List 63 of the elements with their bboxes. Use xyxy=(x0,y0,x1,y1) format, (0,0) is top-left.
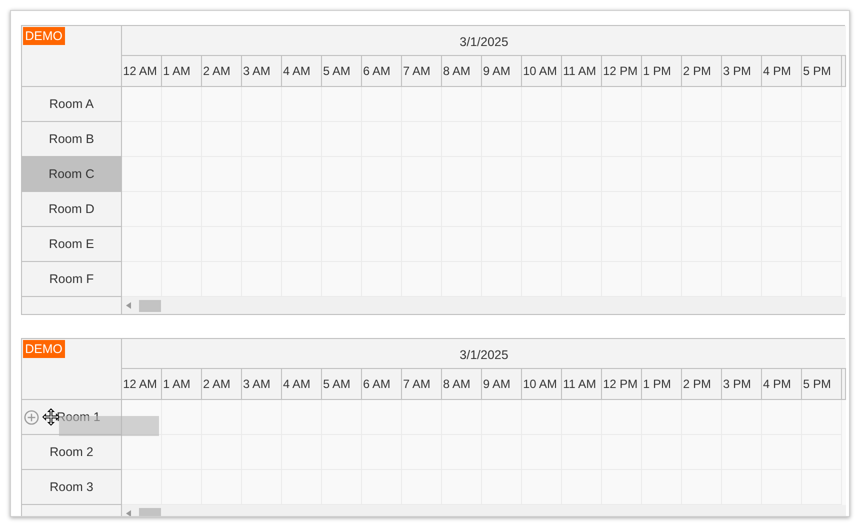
hour-header: 2 AM xyxy=(202,56,242,86)
hour-header: 11 AM xyxy=(562,56,602,86)
hour-header: 5 AM xyxy=(322,56,362,86)
hour-header: 12 AM xyxy=(122,369,162,399)
date-header: 3/1/2025 xyxy=(122,26,846,56)
hour-header: 9 AM xyxy=(482,369,522,399)
hour-header: 1 PM xyxy=(642,56,682,86)
hour-header: 5 PM xyxy=(802,56,842,86)
horizontal-scrollbar[interactable] xyxy=(122,297,846,314)
hour-header: 7 AM xyxy=(402,56,442,86)
resource-row-header[interactable]: Room F xyxy=(22,262,122,297)
resource-row-header[interactable]: Room E xyxy=(22,227,122,262)
hour-header: 1 AM xyxy=(162,369,202,399)
scroll-left-icon[interactable] xyxy=(126,510,131,516)
hour-header: 12 PM xyxy=(602,56,642,86)
demo-badge: DEMO xyxy=(23,27,64,45)
scrollbar-thumb[interactable] xyxy=(139,508,161,516)
resource-name: Room F xyxy=(49,272,94,286)
hour-header: 5 AM xyxy=(322,369,362,399)
hour-header: 4 PM xyxy=(762,369,802,399)
resource-row-header[interactable]: Room C xyxy=(22,157,122,192)
hour-header: 6 AM xyxy=(362,369,402,399)
resource-row-header[interactable]: Room A xyxy=(22,87,122,122)
hour-header: 1 AM xyxy=(162,56,202,86)
hour-header: 5 PM xyxy=(802,369,842,399)
resource-name: Room 3 xyxy=(50,480,94,494)
hour-header: 3 AM xyxy=(242,56,282,86)
demo-badge: DEMO xyxy=(23,340,64,358)
hour-header: 4 AM xyxy=(282,56,322,86)
scrollbar-thumb[interactable] xyxy=(139,300,161,312)
resource-name: Room D xyxy=(48,202,94,216)
hour-header: 3 PM xyxy=(722,56,762,86)
scroll-left-icon[interactable] xyxy=(126,302,131,309)
hour-header: 1 PM xyxy=(642,369,682,399)
resource-name: Room B xyxy=(48,132,94,146)
hour-header: 9 AM xyxy=(482,56,522,86)
hour-header: 3 PM xyxy=(722,369,762,399)
resource-name: Room 1 xyxy=(56,410,100,424)
resource-name: Room A xyxy=(49,97,94,111)
resource-row-header[interactable]: Room 3 xyxy=(22,470,122,505)
resource-row-header[interactable]: Room B xyxy=(22,122,122,157)
hour-header: 10 AM xyxy=(522,369,562,399)
hour-header: 12 AM xyxy=(122,56,162,86)
hour-header: 8 AM xyxy=(442,56,482,86)
resource-name: Room C xyxy=(48,167,94,181)
hour-header: 8 AM xyxy=(442,369,482,399)
hour-header: 10 AM xyxy=(522,56,562,86)
resource-row-header[interactable]: Room 2 xyxy=(22,435,122,470)
hour-header: 3 AM xyxy=(242,369,282,399)
date-header: 3/1/2025 xyxy=(122,339,846,369)
hour-header: 6 AM xyxy=(362,56,402,86)
hour-header: 4 PM xyxy=(762,56,802,86)
resource-name: Room E xyxy=(48,237,94,251)
resource-name: Room 2 xyxy=(50,445,94,459)
hour-header: 7 AM xyxy=(402,369,442,399)
hour-header: 12 PM xyxy=(602,369,642,399)
hour-header: 2 PM xyxy=(682,56,722,86)
hour-header: 2 PM xyxy=(682,369,722,399)
resource-row-header[interactable]: Room D xyxy=(22,192,122,227)
add-circle-icon[interactable] xyxy=(24,410,39,425)
hour-header: 11 AM xyxy=(562,369,602,399)
hour-header: 2 AM xyxy=(202,369,242,399)
hour-header: 4 AM xyxy=(282,369,322,399)
